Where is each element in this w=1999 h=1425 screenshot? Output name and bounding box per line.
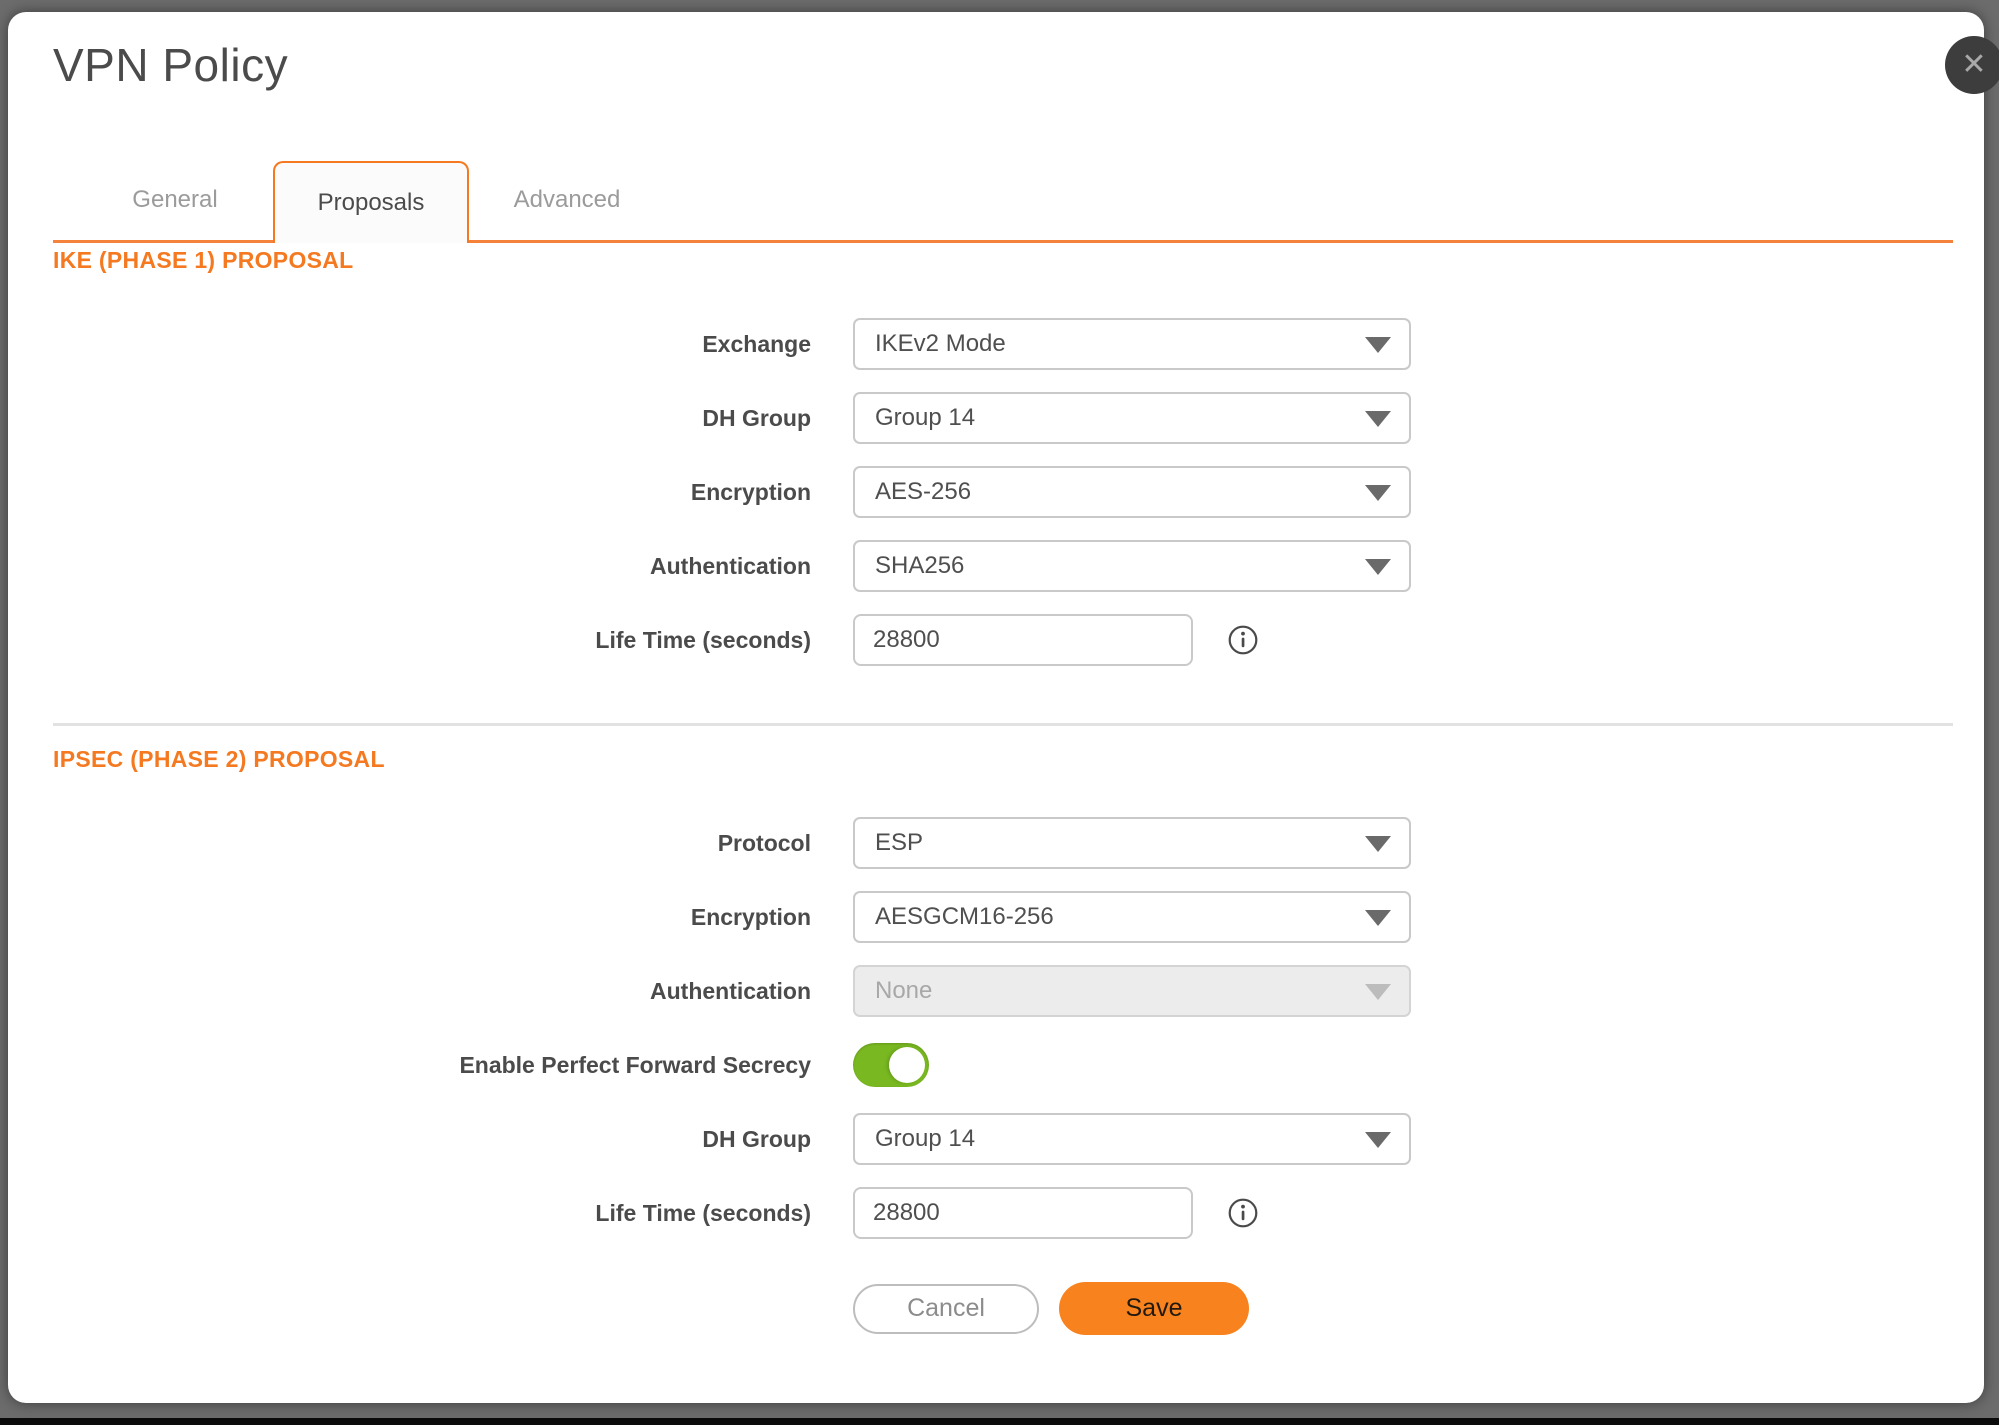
ipsec-authentication-dropdown-control: None <box>853 965 1411 1017</box>
ike-authentication-dropdown-value: SHA256 <box>875 552 965 579</box>
ipsec-encryption-dropdown-label: Encryption <box>690 903 811 930</box>
chevron-down-icon <box>1365 411 1391 427</box>
ike-life-time-input-control <box>853 614 1259 666</box>
form-row: Authentication None <box>53 954 1953 1028</box>
ike-authentication-dropdown-control: SHA256 <box>853 540 1411 592</box>
tab-bar: General Proposals Advanced <box>53 158 1953 243</box>
ike-encryption-dropdown-value: AES-256 <box>875 478 972 505</box>
close-button[interactable]: ✕ <box>1945 36 1999 94</box>
ipsec-phase2-rows: Protocol ESP Encryption AESGCM16-256 Authent… <box>53 806 1953 1250</box>
exchange-dropdown-value: IKEv2 Mode <box>875 330 1006 357</box>
ipsec-phase2-section: IPSEC (PHASE 2) PROPOSAL Protocol ESP Encr… <box>53 745 1953 1250</box>
chevron-down-icon <box>1365 836 1391 852</box>
ike-life-time-input[interactable] <box>853 614 1193 666</box>
ike-phase1-section: IKE (PHASE 1) PROPOSAL Exchange IKEv2 Mod… <box>53 246 1953 677</box>
ipsec-dh-group-dropdown-control: Group 14 <box>853 1113 1411 1165</box>
form-row: DH Group Group 14 <box>53 381 1953 455</box>
ipsec-authentication-dropdown: None <box>853 965 1411 1017</box>
section-divider <box>53 723 1953 726</box>
tab-proposals[interactable]: Proposals <box>273 161 469 243</box>
form-row: Encryption AES-256 <box>53 455 1953 529</box>
form-row: Exchange IKEv2 Mode <box>53 307 1953 381</box>
section-heading-ike: IKE (PHASE 1) PROPOSAL <box>53 247 354 273</box>
form-row: Encryption AESGCM16-256 <box>53 880 1953 954</box>
ike-authentication-dropdown-label: Authentication <box>650 552 811 579</box>
screen-bottom-edge <box>0 1418 1999 1425</box>
ipsec-encryption-dropdown-control: AESGCM16-256 <box>853 891 1411 943</box>
ike-dh-group-dropdown-value: Group 14 <box>875 404 976 431</box>
form-row: Life Time (seconds) <box>53 603 1953 677</box>
protocol-dropdown[interactable]: ESP <box>853 817 1411 869</box>
tab-general[interactable]: General <box>77 186 273 240</box>
ike-dh-group-dropdown-label: DH Group <box>702 404 811 431</box>
ipsec-dh-group-dropdown-label: DH Group <box>702 1125 811 1152</box>
protocol-dropdown-value: ESP <box>875 829 924 856</box>
ipsec-encryption-dropdown-value: AESGCM16-256 <box>875 903 1054 930</box>
form-row: DH Group Group 14 <box>53 1102 1953 1176</box>
chevron-down-icon <box>1365 337 1391 353</box>
pfs-toggle-label: Enable Perfect Forward Secrecy <box>459 1051 811 1078</box>
ike-encryption-dropdown-control: AES-256 <box>853 466 1411 518</box>
ike-encryption-dropdown[interactable]: AES-256 <box>853 466 1411 518</box>
exchange-dropdown-label: Exchange <box>702 330 811 357</box>
pfs-toggle[interactable] <box>853 1043 929 1087</box>
ike-life-time-input-label: Life Time (seconds) <box>595 626 811 653</box>
ipsec-life-time-input-label: Life Time (seconds) <box>595 1199 811 1226</box>
proposals-tab-content: IKE (PHASE 1) PROPOSAL Exchange IKEv2 Mod… <box>53 246 1953 1335</box>
vpn-policy-dialog: VPN Policy General Proposals Advanced IK… <box>8 12 1984 1403</box>
cancel-button[interactable]: Cancel <box>853 1283 1039 1334</box>
ipsec-authentication-dropdown-label: Authentication <box>650 977 811 1004</box>
form-row: Protocol ESP <box>53 806 1953 880</box>
protocol-dropdown-control: ESP <box>853 817 1411 869</box>
pfs-toggle-control <box>853 1043 929 1087</box>
close-icon: ✕ <box>1961 48 1987 81</box>
page-title: VPN Policy <box>53 39 289 91</box>
form-row: Authentication SHA256 <box>53 529 1953 603</box>
chevron-down-icon <box>1365 1132 1391 1148</box>
tab-advanced[interactable]: Advanced <box>469 186 665 240</box>
ipsec-dh-group-dropdown[interactable]: Group 14 <box>853 1113 1411 1165</box>
section-heading-ipsec: IPSEC (PHASE 2) PROPOSAL <box>53 746 385 772</box>
chevron-down-icon <box>1365 559 1391 575</box>
ike-dh-group-dropdown[interactable]: Group 14 <box>853 392 1411 444</box>
footer-actions: Cancel Save <box>853 1282 1953 1335</box>
toggle-knob <box>889 1047 925 1083</box>
ike-encryption-dropdown-label: Encryption <box>690 478 811 505</box>
ipsec-authentication-dropdown-value: None <box>875 977 933 1004</box>
ipsec-life-time-input[interactable] <box>853 1187 1193 1239</box>
exchange-dropdown[interactable]: IKEv2 Mode <box>853 318 1411 370</box>
ike-phase1-rows: Exchange IKEv2 Mode DH Group Group 14 Encryp… <box>53 307 1953 677</box>
dimmed-background: VPN Policy General Proposals Advanced IK… <box>0 0 1999 1425</box>
info-icon[interactable] <box>1227 1197 1259 1229</box>
chevron-down-icon <box>1365 984 1391 1000</box>
chevron-down-icon <box>1365 485 1391 501</box>
ipsec-life-time-input-control <box>853 1187 1259 1239</box>
save-button[interactable]: Save <box>1059 1282 1249 1335</box>
ike-dh-group-dropdown-control: Group 14 <box>853 392 1411 444</box>
protocol-dropdown-label: Protocol <box>717 829 811 856</box>
ike-authentication-dropdown[interactable]: SHA256 <box>853 540 1411 592</box>
form-row: Enable Perfect Forward Secrecy <box>53 1028 1953 1102</box>
form-row: Life Time (seconds) <box>53 1176 1953 1250</box>
exchange-dropdown-control: IKEv2 Mode <box>853 318 1411 370</box>
chevron-down-icon <box>1365 910 1391 926</box>
ipsec-encryption-dropdown[interactable]: AESGCM16-256 <box>853 891 1411 943</box>
info-icon[interactable] <box>1227 624 1259 656</box>
ipsec-dh-group-dropdown-value: Group 14 <box>875 1125 976 1152</box>
